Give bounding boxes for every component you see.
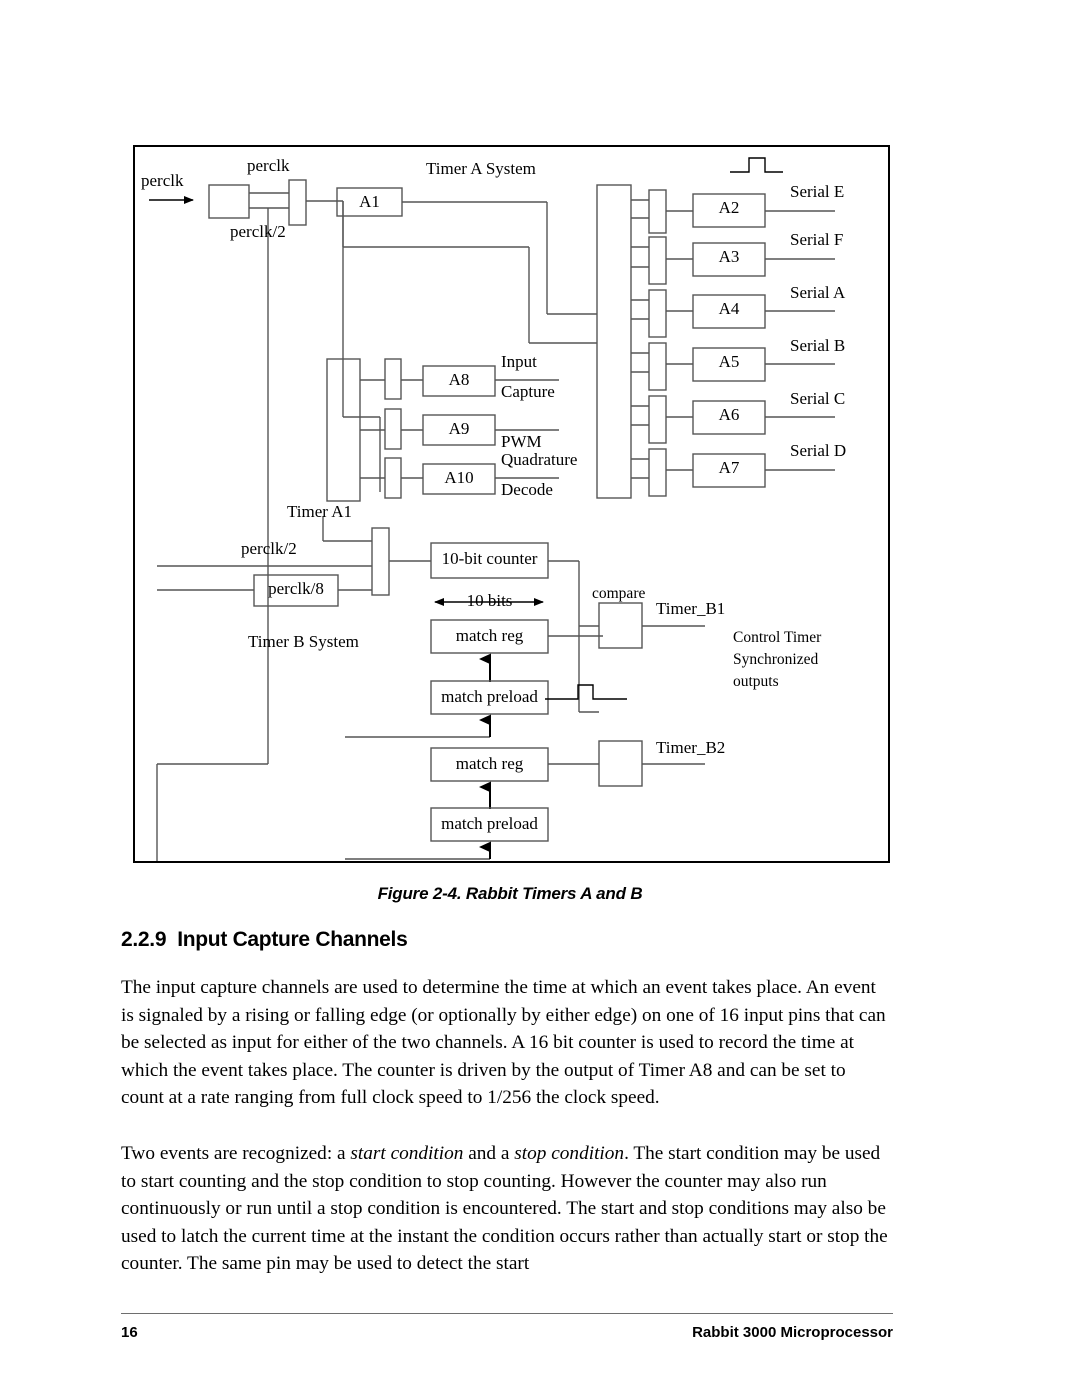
block-a8: A8 (448, 370, 470, 389)
label-perclk-top: perclk (247, 156, 290, 175)
label-serial-c: Serial C (790, 389, 846, 408)
label-timer-b1: Timer_B1 (656, 599, 726, 618)
block-match-reg-2: match reg (455, 754, 524, 773)
label-timer-b-system: Timer B System (248, 632, 359, 651)
footer-page-number: 16 (121, 1324, 138, 1341)
label-perclk-div2-b: perclk/2 (241, 539, 297, 558)
label-timer-a1: Timer A1 (287, 502, 353, 521)
label-serial-e: Serial E (790, 182, 845, 201)
label-timer-a-system: Timer A System (426, 159, 536, 178)
label-synchronized: Synchronized (733, 651, 819, 668)
block-match-preload-1: match preload (441, 687, 538, 706)
par2-text-a: Two events are recognized: a (121, 1143, 351, 1164)
page-title: 2.2.9 Input Capture Channels (121, 928, 408, 952)
footer-divider (121, 1313, 893, 1314)
paragraph-start-stop: Two events are recognized: a start condi… (121, 1140, 893, 1278)
block-a3: A3 (718, 247, 740, 266)
label-decode: Decode (501, 480, 553, 499)
label-perclk-input: perclk (141, 171, 184, 190)
block-a4: A4 (718, 299, 740, 318)
paragraph-input-capture: The input capture channels are used to d… (121, 977, 886, 1108)
label-perclk-div2-top: perclk/2 (230, 222, 286, 241)
label-compare: compare (592, 585, 646, 602)
label-10-bits: 10 bits (466, 591, 513, 610)
block-10bit-counter: 10-bit counter (441, 549, 538, 568)
label-timer-b2: Timer_B2 (656, 738, 726, 757)
figure-caption: Figure 2-4. Rabbit Timers A and B (377, 884, 643, 903)
block-perclk-div8: perclk/8 (268, 579, 324, 598)
label-serial-a: Serial A (790, 283, 846, 302)
footer-document-title: Rabbit 3000 Microprocessor (692, 1324, 893, 1341)
par2-emph-stop-condition: stop condition (514, 1143, 625, 1164)
block-a9: A9 (448, 419, 470, 438)
label-outputs: outputs (733, 673, 779, 690)
label-serial-d: Serial D (790, 441, 847, 460)
label-serial-f: Serial F (790, 230, 844, 249)
block-a6: A6 (718, 405, 740, 424)
figure-diagram: perclk perclk perclk/2 Timer A System A1… (133, 145, 890, 863)
block-match-reg-1: match reg (455, 626, 524, 645)
par2-emph-start-condition: start condition (350, 1143, 464, 1164)
block-a7: A7 (718, 458, 740, 477)
par2-text-b: and a (463, 1143, 515, 1164)
label-pwm: PWM (501, 432, 542, 451)
block-a5: A5 (718, 352, 740, 371)
label-serial-b: Serial B (790, 336, 846, 355)
section-number: 2.2.9 (121, 928, 167, 951)
label-input: Input (501, 352, 537, 371)
label-quadrature: Quadrature (501, 450, 578, 469)
label-control-timer: Control Timer (733, 629, 822, 646)
label-capture: Capture (501, 382, 555, 401)
block-a10: A10 (444, 468, 474, 487)
block-a1: A1 (359, 192, 380, 211)
block-match-preload-2: match preload (441, 814, 538, 833)
block-a2: A2 (718, 198, 740, 217)
section-title: Input Capture Channels (177, 928, 408, 951)
